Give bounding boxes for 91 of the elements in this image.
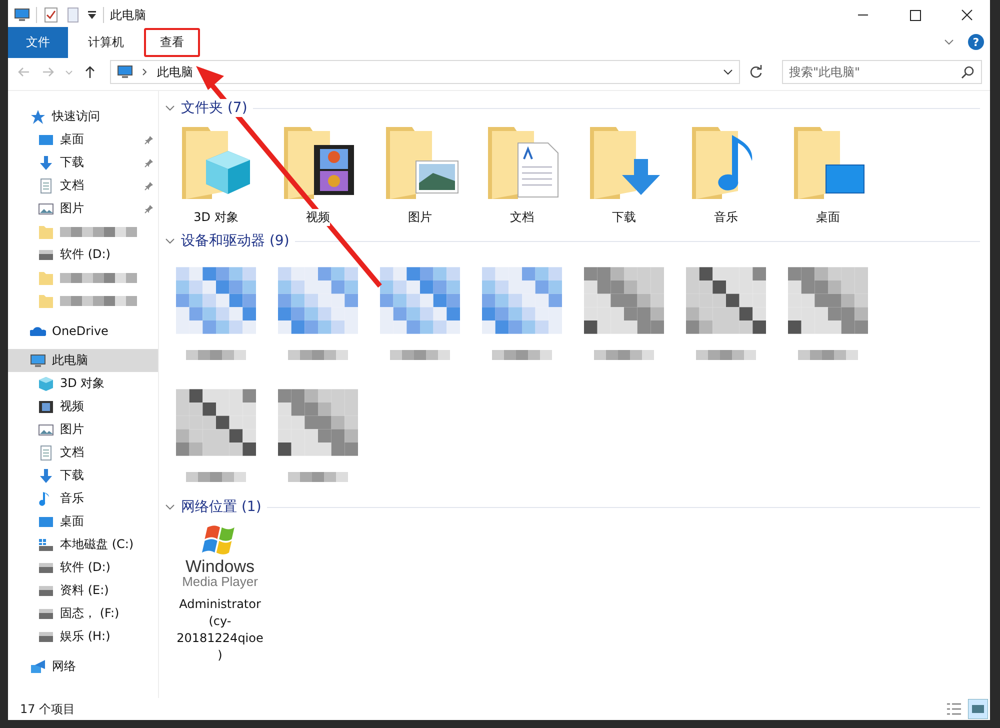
collapse-icon[interactable]	[165, 103, 175, 113]
folder-icon	[38, 224, 54, 240]
folder-icon	[38, 270, 54, 286]
sidebar-item[interactable]: 快速访问	[8, 105, 158, 128]
section-title[interactable]: 设备和驱动器 (9)	[181, 232, 290, 250]
ribbon-tab[interactable]: 查看	[144, 28, 200, 56]
sidebar-item[interactable]: 资料 (E:)	[8, 579, 158, 602]
pixelated-label	[798, 350, 858, 360]
pixelated-drive-icon[interactable]	[176, 388, 256, 456]
refresh-icon[interactable]	[748, 64, 764, 80]
sidebar-item[interactable]: 软件 (D:)	[8, 556, 158, 579]
download-icon	[38, 154, 54, 170]
chevron-icon[interactable]	[141, 68, 149, 76]
window-title: 此电脑	[110, 6, 146, 24]
pixelated-drive-icon[interactable]	[380, 266, 460, 334]
pixelated-label	[390, 350, 450, 360]
pixelated-label	[696, 350, 756, 360]
dropdown-icon[interactable]	[87, 10, 97, 20]
sidebar-item[interactable]: 图片	[8, 197, 158, 220]
sidebar-item[interactable]: 下载	[8, 464, 158, 487]
folder-label[interactable]: 视频	[306, 209, 330, 226]
pixelated-drive-icon[interactable]	[686, 266, 766, 334]
pin-icon[interactable]	[144, 180, 154, 190]
new-folder-icon[interactable]	[65, 7, 81, 23]
breadcrumb[interactable]: 此电脑	[157, 64, 193, 80]
section-title[interactable]: 网络位置 (1)	[181, 498, 262, 516]
folder-icon	[38, 292, 54, 308]
section-title[interactable]: 文件夹 (7)	[181, 99, 248, 117]
pixelated-label	[288, 350, 348, 360]
pixelated-drive-icon[interactable]	[482, 266, 562, 334]
search-icon[interactable]	[961, 65, 975, 79]
folder-label[interactable]: 3D 对象	[194, 209, 238, 226]
computer-icon	[117, 64, 133, 80]
pixelated-label	[186, 472, 246, 482]
sidebar-item[interactable]: 固态， (F:)	[8, 602, 158, 625]
pixelated-drive-icon[interactable]	[278, 388, 358, 456]
network-icon	[30, 658, 46, 674]
pc-icon	[30, 352, 46, 368]
details-view-icon[interactable]	[946, 701, 962, 717]
sidebar-item[interactable]: OneDrive	[8, 319, 158, 342]
pin-icon[interactable]	[144, 134, 154, 144]
folder-label[interactable]: 桌面	[816, 209, 840, 226]
network-location-label[interactable]: Administrator (cy-20181224qioe)	[176, 596, 264, 664]
sidebar-item[interactable]: 图片	[8, 418, 158, 441]
pixelated-label	[186, 350, 246, 360]
help-button[interactable]: ?	[968, 34, 984, 50]
properties-icon[interactable]	[43, 7, 59, 23]
collapse-icon[interactable]	[165, 502, 175, 512]
sidebar-item[interactable]: 文档	[8, 441, 158, 464]
pixelated-label	[288, 472, 348, 482]
sidebar-item[interactable]: 娱乐 (H:)	[8, 625, 158, 648]
expand-ribbon-icon[interactable]	[944, 37, 954, 47]
sidebar-item[interactable]: 软件 (D:)	[8, 243, 158, 266]
file-tab[interactable]: 文件	[8, 26, 68, 58]
sidebar-item[interactable]: 音乐	[8, 487, 158, 510]
picture-icon	[38, 422, 54, 438]
pixelated-label	[492, 350, 552, 360]
download-icon	[38, 468, 54, 484]
document-icon	[38, 444, 54, 460]
cube-icon	[38, 376, 54, 392]
sidebar-item[interactable]: 下载	[8, 151, 158, 174]
pin-icon[interactable]	[144, 158, 154, 168]
sidebar-item[interactable]: 文档	[8, 174, 158, 197]
sidebar-item[interactable]: 网络	[8, 655, 158, 678]
star-icon	[30, 108, 46, 124]
sidebar-item[interactable]: 桌面	[8, 510, 158, 533]
dropdown-icon[interactable]	[723, 67, 733, 77]
folder-label[interactable]: 文档	[510, 209, 534, 226]
search-field[interactable]: 搜索"此电脑"	[782, 60, 982, 84]
pixelated-drive-icon[interactable]	[278, 266, 358, 334]
sidebar-item[interactable]: 3D 对象	[8, 372, 158, 395]
item-count: 17 个项目	[20, 700, 76, 718]
computer-icon	[14, 7, 30, 23]
address-bar[interactable]: 此电脑	[110, 60, 740, 84]
pin-icon[interactable]	[144, 204, 154, 214]
pixelated-drive-icon[interactable]	[584, 266, 664, 334]
pixelated-drive-icon[interactable]	[788, 266, 868, 334]
sidebar-item[interactable]: 此电脑	[8, 349, 158, 372]
video-icon	[38, 398, 54, 414]
sidebar-item[interactable]: 视频	[8, 395, 158, 418]
media-player-logo[interactable]: Windows Media Player	[182, 522, 258, 588]
ribbon-tab[interactable]: 计算机	[72, 28, 140, 56]
sidebar-item[interactable]: 本地磁盘 (C:)	[8, 533, 158, 556]
pixelated-drive-icon[interactable]	[176, 266, 256, 334]
system-drive-icon	[38, 536, 54, 552]
document-icon	[38, 178, 54, 194]
large-icons-view-icon[interactable]	[968, 699, 988, 719]
picture-icon	[38, 200, 54, 216]
sidebar-item[interactable]: 桌面	[8, 128, 158, 151]
pixelated-label	[594, 350, 654, 360]
collapse-icon[interactable]	[165, 236, 175, 246]
